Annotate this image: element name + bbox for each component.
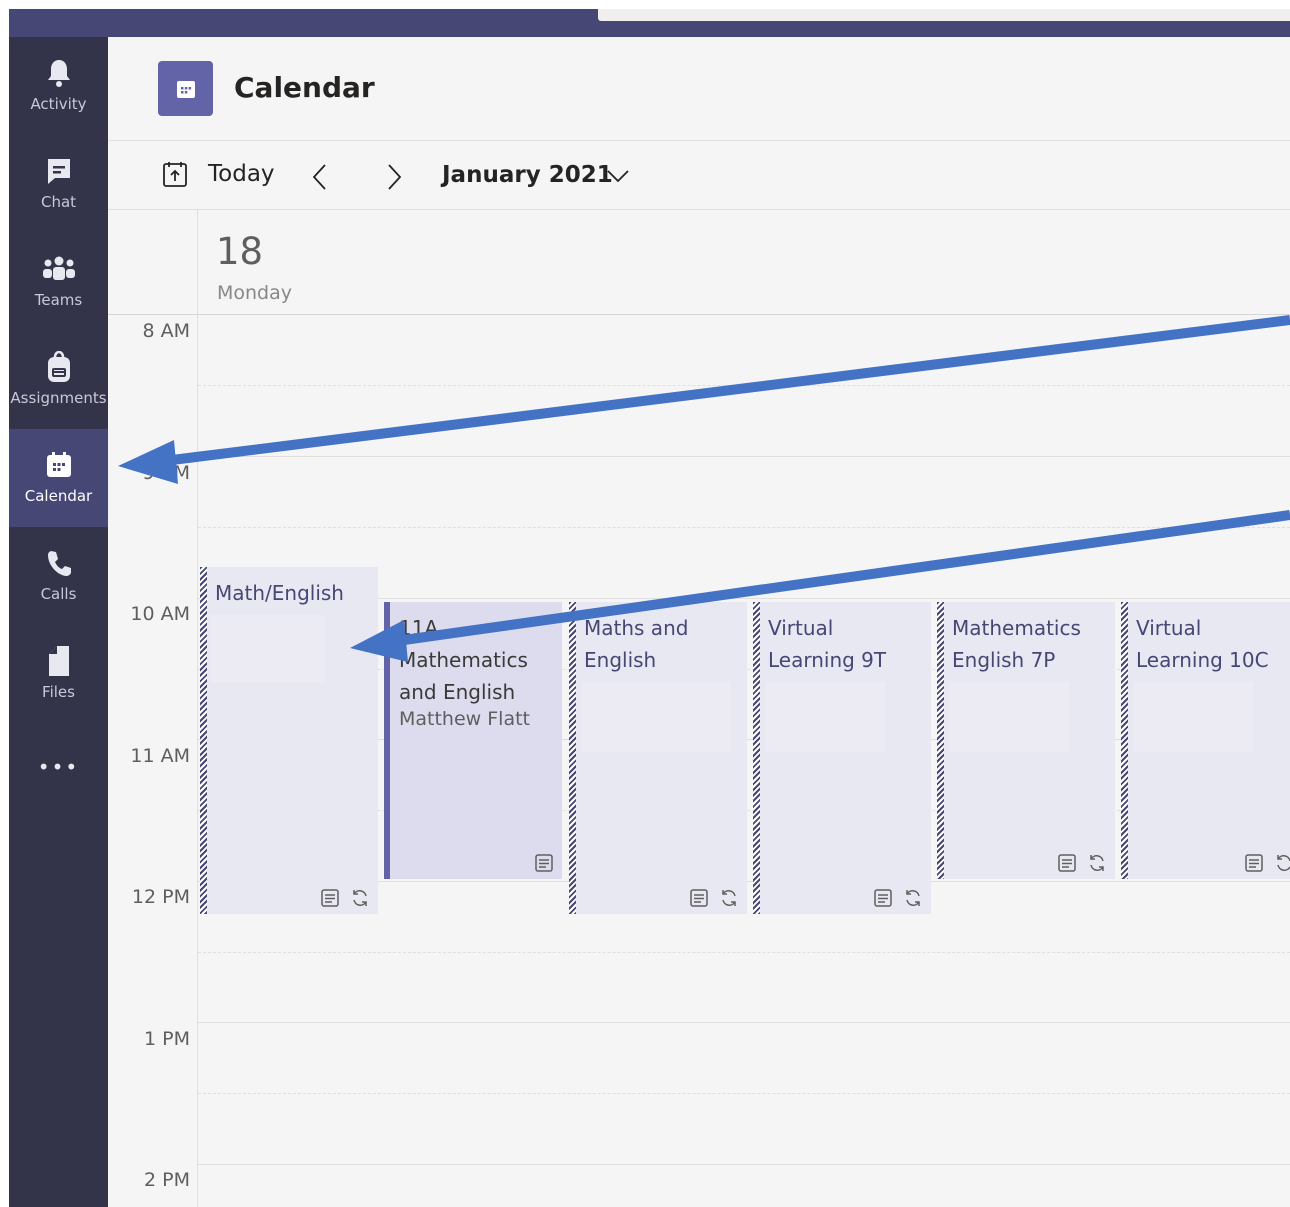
arrow-to-calendar-rail (118, 315, 1290, 484)
arrow-to-event (350, 510, 1290, 662)
annotation-arrows (118, 315, 1290, 662)
